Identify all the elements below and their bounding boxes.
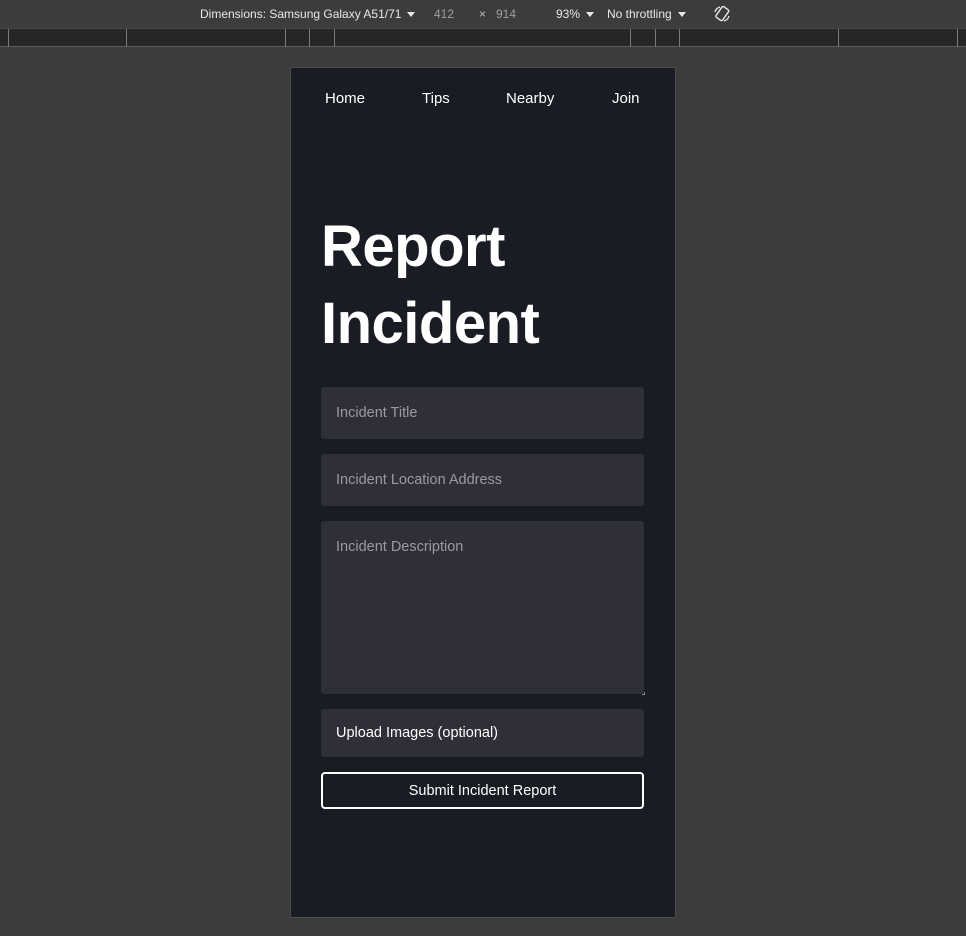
page-title-line2: Incident [321,291,540,356]
ruler-tick [838,29,839,47]
ruler-tick [126,29,127,47]
ruler-tick [630,29,631,47]
incident-description-textarea[interactable] [321,521,644,694]
main-nav: Home Tips Nearby Join [291,88,675,110]
throttling-select[interactable]: No throttling [607,7,686,21]
nav-link-nearby[interactable]: Nearby [506,88,554,110]
upload-images-button[interactable]: Upload Images (optional) [321,709,644,757]
ruler-tick [655,29,656,47]
width-input[interactable]: 412 [434,7,454,21]
height-input[interactable]: 914 [496,7,516,21]
zoom-select[interactable]: 93% [556,7,595,21]
throttling-label: No throttling [607,7,672,21]
incident-address-input[interactable] [321,454,644,506]
incident-title-input[interactable] [321,387,644,439]
submit-report-button[interactable]: Submit Incident Report [321,772,644,809]
nav-link-tips[interactable]: Tips [422,88,450,110]
rotate-button[interactable] [712,4,732,24]
page-title: Report Incident [321,208,540,362]
device-viewport: Home Tips Nearby Join Report Incident Up… [290,67,676,918]
device-select[interactable]: Dimensions: Samsung Galaxy A51/71 [200,7,416,21]
nav-link-home[interactable]: Home [325,88,365,110]
media-query-ruler[interactable] [0,28,966,47]
ruler-tick [957,29,958,47]
rotate-icon [714,5,730,22]
ruler-tick [334,29,335,47]
device-dimensions-label: Dimensions: Samsung Galaxy A51/71 [200,7,402,21]
ruler-tick [8,29,9,47]
dimension-separator: × [479,7,487,21]
ruler-tick [309,29,310,47]
chevron-down-icon [677,11,686,17]
textarea-resize-handle[interactable] [642,692,645,695]
devtools-device-toolbar: Dimensions: Samsung Galaxy A51/71 412 × … [0,0,966,28]
ruler-tick [679,29,680,47]
page-title-line1: Report [321,214,505,279]
ruler-tick [285,29,286,47]
zoom-label: 93% [556,7,581,21]
chevron-down-icon [586,11,595,17]
nav-link-join[interactable]: Join [612,88,640,110]
chevron-down-icon [407,11,416,17]
